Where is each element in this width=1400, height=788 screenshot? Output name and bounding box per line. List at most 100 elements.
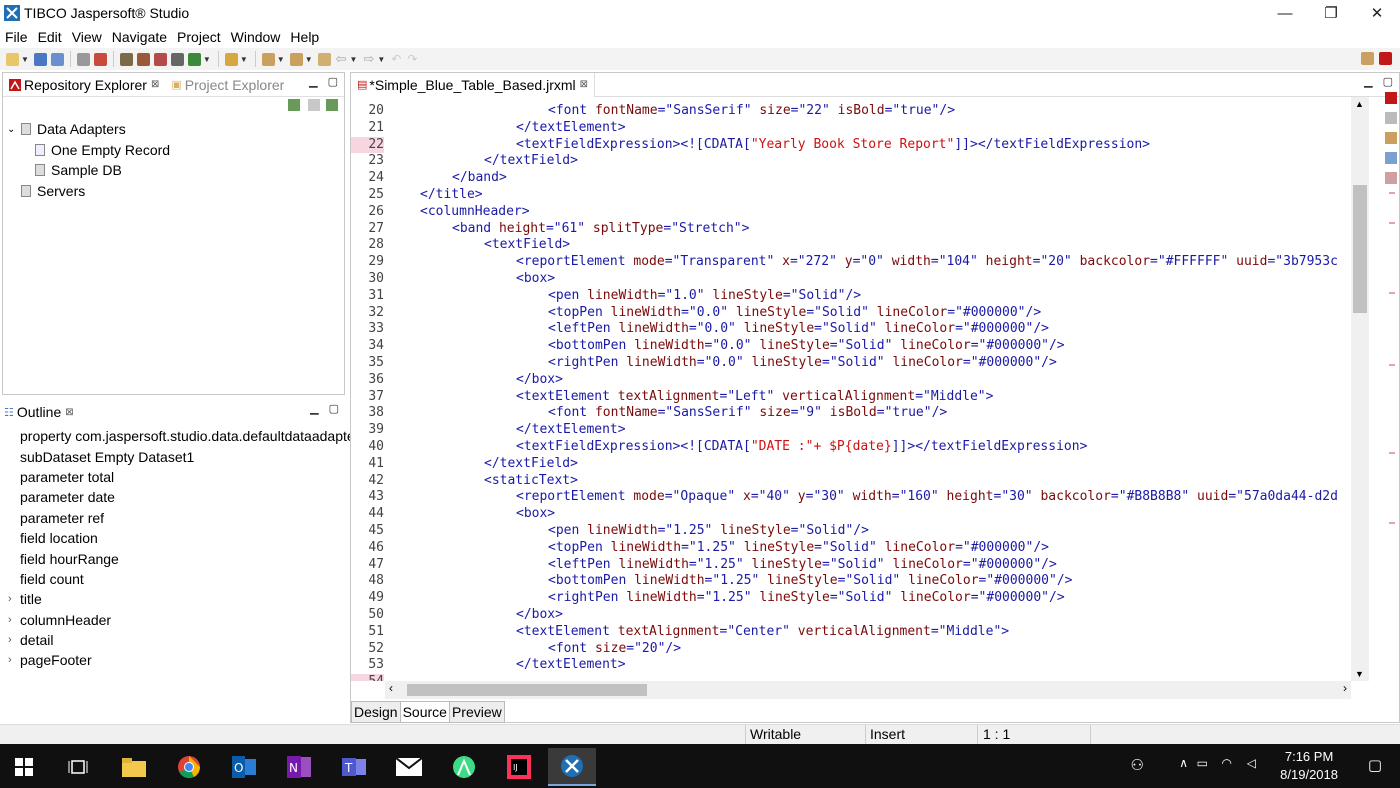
outline-item[interactable]: parameter total (2, 467, 345, 487)
vertical-scroll-thumb[interactable] (1353, 185, 1367, 313)
wifi-icon[interactable]: ◠ (1222, 756, 1232, 770)
code-line[interactable]: 45 <pen lineWidth = "1.25" lineStyle = "Solid… (351, 523, 1351, 540)
perspective-icon[interactable] (1361, 52, 1374, 65)
outline-item-detail[interactable]: › detail (2, 630, 345, 650)
code-line[interactable]: 40 <textFieldExpression> <![CDATA["DATE :"… (351, 439, 1351, 456)
code-line[interactable]: 49 <rightPen lineWidth = "1.25" lineStyle = "… (351, 590, 1351, 607)
teams-icon[interactable]: T (330, 748, 378, 786)
close-button[interactable]: ✕ (1354, 0, 1400, 26)
expand-chevron-icon[interactable]: › (8, 593, 20, 605)
outlook-icon[interactable]: O (220, 748, 268, 786)
link-icon[interactable] (308, 99, 320, 111)
notifications-icon[interactable]: ▢ (1368, 756, 1382, 774)
outline-item-column-header[interactable]: › columnHeader (2, 610, 345, 630)
next-annotation-icon[interactable] (289, 52, 303, 66)
scroll-left-icon[interactable]: ‹ (389, 681, 393, 695)
save-icon[interactable] (33, 52, 47, 66)
styles-icon[interactable] (1385, 132, 1397, 144)
code-line[interactable]: 31 <pen lineWidth = "1.0" lineStyle = "Solid"… (351, 288, 1351, 305)
code-line[interactable]: 47 <leftPen lineWidth = "1.25" lineStyle = "S… (351, 557, 1351, 574)
outline-item[interactable]: parameter ref (2, 508, 345, 528)
code-line[interactable]: 48 <bottomPen lineWidth = "1.25" lineStyle =… (351, 573, 1351, 590)
close-tab-icon[interactable]: ⊠ (580, 79, 588, 90)
intellij-icon[interactable]: IJ (495, 748, 543, 786)
prev-annotation-dropdown-icon[interactable]: ▼ (277, 55, 285, 64)
code-line[interactable]: 37 <textElement textAlignment = "Left" vert… (351, 389, 1351, 406)
annotation-marker[interactable] (1389, 522, 1395, 524)
annotation-marker[interactable] (1389, 222, 1395, 224)
code-line[interactable]: 34 <bottomPen lineWidth = "0.0" lineStyle = "… (351, 338, 1351, 355)
jaspersoft-perspective-icon[interactable] (1379, 52, 1392, 65)
minimize-editor-icon[interactable]: ▁ (1364, 75, 1372, 88)
undo-icon[interactable]: ↶ (391, 52, 401, 66)
code-line[interactable]: 20 <font fontName = "SansSerif" size = "22" i… (351, 103, 1351, 120)
outline-item[interactable]: field count (2, 569, 345, 589)
expand-chevron-icon[interactable]: › (8, 654, 20, 666)
show-hidden-icons-icon[interactable]: ∧ (1179, 756, 1188, 770)
menu-file[interactable]: File (0, 29, 33, 45)
jaspersoft-icon[interactable] (548, 748, 596, 786)
restore-button[interactable]: ❐ (1308, 0, 1354, 26)
horizontal-scrollbar[interactable]: ‹ › (385, 681, 1351, 699)
edit-icon[interactable] (326, 99, 338, 111)
outline-item[interactable]: parameter date (2, 487, 345, 507)
code-line[interactable]: 36 </box> (351, 372, 1351, 389)
scroll-down-icon[interactable]: ▼ (1355, 669, 1364, 679)
palette-icon[interactable] (1385, 92, 1397, 104)
new-dropdown-icon[interactable]: ▼ (21, 55, 29, 64)
menu-help[interactable]: Help (285, 29, 324, 45)
clock[interactable]: 7:16 PM 8/19/2018 (1280, 748, 1338, 784)
file-explorer-icon[interactable] (110, 748, 158, 786)
report-icon[interactable] (153, 52, 167, 66)
tab-source[interactable]: Source (399, 701, 450, 723)
collapse-chevron-icon[interactable]: ⌄ (7, 124, 21, 135)
print-icon[interactable] (76, 52, 90, 66)
code-line[interactable]: 27 <band height = "61" splitType = "Stretch" > (351, 221, 1351, 238)
save-all-icon[interactable] (50, 52, 64, 66)
code-line[interactable]: 41 </textField> (351, 456, 1351, 473)
horizontal-scroll-thumb[interactable] (407, 684, 647, 696)
close-tab-icon[interactable]: ⊠ (151, 79, 159, 90)
forward-arrow-icon[interactable]: ⇨ (363, 51, 374, 67)
tree-item-data-adapters[interactable]: ⌄ Data Adapters (3, 119, 344, 140)
android-studio-icon[interactable] (440, 748, 488, 786)
code-line[interactable]: 32 <topPen lineWidth = "0.0" lineStyle = "Sol… (351, 305, 1351, 322)
code-line[interactable]: 44 <box> (351, 506, 1351, 523)
publish-icon[interactable] (170, 52, 184, 66)
outline-item[interactable]: subDataset Empty Dataset1 (2, 446, 345, 466)
code-line[interactable]: 25 </title> (351, 187, 1351, 204)
outline-item[interactable]: field location (2, 528, 345, 548)
maximize-view-icon[interactable]: ▢ (329, 402, 339, 415)
source-code-area[interactable]: 20 <font fontName = "SansSerif" size = "22" i… (351, 97, 1351, 681)
wrench-dropdown-icon[interactable]: ▼ (240, 55, 248, 64)
code-line[interactable]: 22 <textFieldExpression> <![CDATA["Yearly … (351, 136, 1351, 154)
tab-preview[interactable]: Preview (448, 701, 505, 723)
tree-item-sample-db[interactable]: Sample DB (3, 160, 344, 181)
tab-design[interactable]: Design (351, 701, 401, 723)
forward-dropdown-icon[interactable]: ▼ (377, 55, 385, 64)
next-annotation-dropdown-icon[interactable]: ▼ (305, 55, 313, 64)
onenote-icon[interactable]: N (275, 748, 323, 786)
problems-icon[interactable] (1385, 152, 1397, 164)
scroll-right-icon[interactable]: › (1343, 681, 1347, 695)
menu-edit[interactable]: Edit (33, 29, 67, 45)
back-arrow-icon[interactable]: ⇦ (336, 51, 347, 67)
code-line[interactable]: 26 <columnHeader> (351, 204, 1351, 221)
outline-item-title[interactable]: › title (2, 589, 345, 609)
run-icon[interactable] (187, 52, 201, 66)
code-line[interactable]: 28 <textField> (351, 237, 1351, 254)
code-line[interactable]: 24 </band> (351, 170, 1351, 187)
export-icon[interactable] (136, 52, 150, 66)
minimize-view-icon[interactable]: ▁ (309, 75, 317, 88)
code-line[interactable]: 23 </textField> (351, 153, 1351, 170)
prev-annotation-icon[interactable] (261, 52, 275, 66)
menu-project[interactable]: Project (172, 29, 226, 45)
new-icon[interactable] (6, 52, 19, 66)
minimize-button[interactable]: — (1262, 0, 1308, 26)
annotation-marker[interactable] (1389, 364, 1395, 366)
code-line[interactable]: 52 <font size = "20"/> (351, 641, 1351, 658)
task-view-icon[interactable] (54, 748, 102, 786)
battery-icon[interactable]: ▭ (1197, 756, 1208, 770)
start-icon[interactable] (0, 748, 48, 786)
expand-chevron-icon[interactable]: › (8, 634, 20, 646)
